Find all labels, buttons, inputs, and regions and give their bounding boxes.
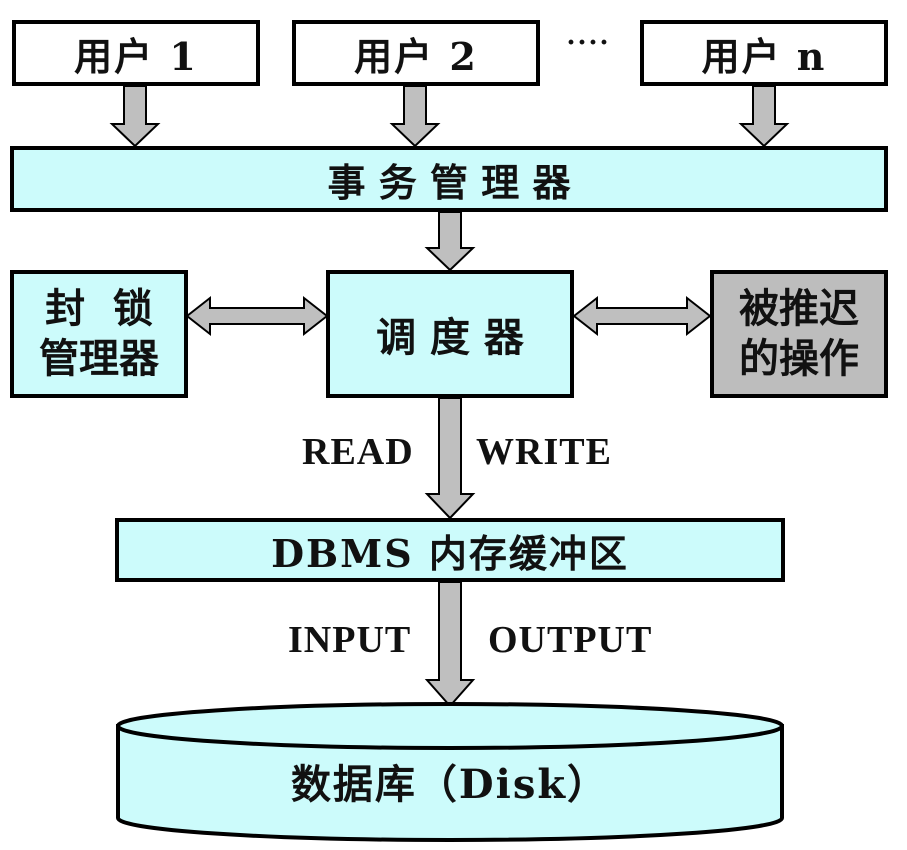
transaction-manager-box: 事 务 管 理 器	[10, 146, 888, 212]
arrow-scheduler-delayed	[572, 295, 712, 337]
user-box-2: 用户 2	[292, 20, 540, 86]
lock-manager-box: 封 锁 管理器	[10, 270, 188, 398]
arrow-lock-scheduler	[185, 295, 329, 337]
output-label: OUTPUT	[488, 619, 653, 661]
arrow-user2-down	[389, 85, 441, 148]
user-box-1: 用户 1	[12, 20, 260, 86]
arrow-user1-down	[109, 85, 161, 148]
arrow-scheduler-to-buffer	[424, 397, 476, 520]
arrow-tm-to-scheduler	[424, 211, 476, 272]
delayed-ops-label-line2: 的操作	[739, 335, 859, 382]
scheduler-box: 调 度 器	[326, 270, 574, 398]
user-label-2: 用户 2	[354, 33, 478, 79]
diagram-connectors	[109, 85, 790, 842]
buffer-label: DBMS 内存缓冲区	[271, 530, 629, 576]
delayed-ops-label-line1: 被推迟	[739, 285, 859, 332]
transaction-manager-label: 事 务 管 理 器	[327, 159, 571, 205]
read-label: READ	[302, 431, 414, 473]
lock-manager-label-line1: 封 锁	[45, 285, 153, 332]
input-label: INPUT	[288, 619, 412, 661]
user-label-n: 用户 n	[701, 33, 827, 79]
write-label: WRITE	[476, 431, 612, 473]
scheduler-label: 调 度 器	[376, 314, 524, 361]
user-box-n: 用户 n	[640, 20, 888, 86]
arrow-usern-down	[738, 85, 790, 148]
arrow-buffer-to-disk	[424, 581, 476, 708]
lock-manager-label-line2: 管理器	[39, 335, 159, 382]
buffer-box: DBMS 内存缓冲区	[115, 518, 785, 582]
user-ellipsis: ····	[566, 26, 611, 59]
database-label: 数据库（Disk）	[290, 761, 610, 808]
user-label-1: 用户 1	[74, 33, 198, 79]
delayed-ops-box: 被推迟 的操作	[710, 270, 888, 398]
